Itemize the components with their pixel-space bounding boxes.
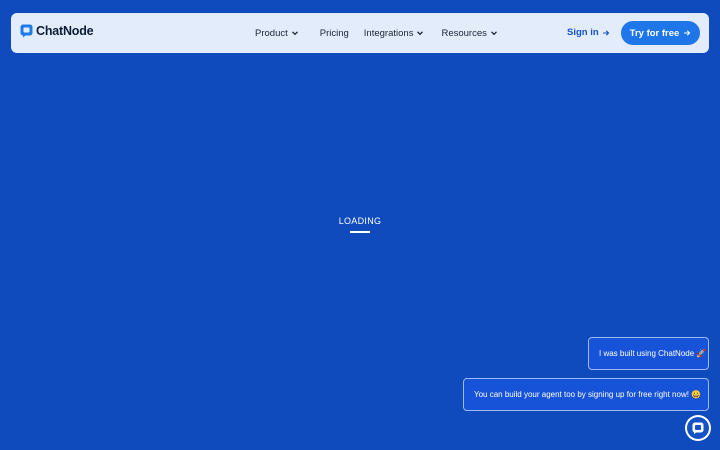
- nav-item-pricing[interactable]: Pricing: [320, 28, 349, 39]
- chat-launcher-button[interactable]: [685, 415, 711, 441]
- chevron-down-icon: [291, 31, 298, 36]
- nav-item-resources[interactable]: Resources: [441, 28, 497, 39]
- nav-item-label: Integrations: [363, 27, 414, 39]
- brand-name: ChatNode: [36, 24, 94, 38]
- chat-message-bubble[interactable]: I was built using ChatNode 🚀: [588, 337, 709, 370]
- loading-text: LOADING: [338, 216, 382, 226]
- chat-message-text: You can build your agent too by signing …: [474, 390, 702, 399]
- nav-item-label: Product: [255, 27, 288, 39]
- nav-item-label: Pricing: [319, 27, 349, 39]
- try-for-free-button[interactable]: Try for free: [621, 21, 700, 45]
- arrow-right-icon: [602, 29, 609, 36]
- nav-item-product[interactable]: Product: [255, 28, 299, 39]
- try-for-free-label: Try for free: [629, 27, 680, 39]
- chevron-down-icon: [417, 31, 424, 36]
- chevron-down-icon: [490, 31, 497, 36]
- nav-item-integrations[interactable]: Integrations: [364, 28, 425, 39]
- chat-message-bubble[interactable]: You can build your agent too by signing …: [463, 378, 709, 411]
- chat-square-icon: [20, 24, 33, 38]
- main-nav: Product Pricing Integrations Resources: [255, 13, 498, 53]
- nav-item-label: Resources: [441, 27, 487, 39]
- loading-bar: [350, 231, 370, 233]
- top-navbar: ChatNode Product Pricing Integrations Re…: [11, 13, 709, 53]
- chat-message-text: I was built using ChatNode 🚀: [599, 349, 707, 358]
- sign-in-label: Sign in: [567, 27, 599, 38]
- chat-launcher-inner: [687, 417, 709, 439]
- sign-in-link[interactable]: Sign in: [567, 27, 610, 38]
- arrow-right-icon: [684, 30, 691, 36]
- chat-bubble-icon: [692, 422, 704, 435]
- brand-logo[interactable]: ChatNode: [20, 24, 94, 38]
- page: ChatNode Product Pricing Integrations Re…: [0, 0, 720, 450]
